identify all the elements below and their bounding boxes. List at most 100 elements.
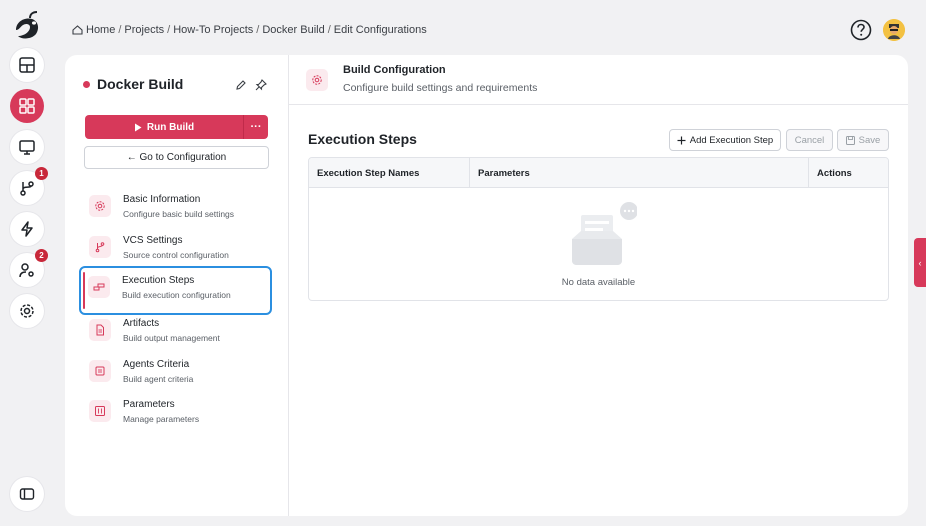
breadcrumb-separator: / <box>327 24 331 36</box>
save-button[interactable]: Save <box>837 129 889 151</box>
gear-icon <box>20 304 34 318</box>
breadcrumb-how-to-projects[interactable]: How-To Projects <box>173 24 253 36</box>
side-panel-toggle[interactable]: ‹ <box>914 238 926 287</box>
main-card: Docker Build Run Build ··· ← Go to Confi… <box>65 55 908 516</box>
gear-icon <box>306 69 328 91</box>
breadcrumb-docker-build[interactable]: Docker Build <box>262 24 324 36</box>
nav-subtitle: Build output management <box>123 333 220 343</box>
sidebar-toggle-icon <box>19 488 35 500</box>
nav-title: Artifacts <box>123 318 160 329</box>
table-header: Execution Step Names Parameters Actions <box>309 158 888 188</box>
nav-title: Agents Criteria <box>123 359 190 370</box>
column-header: Execution Step Names <box>317 167 420 179</box>
nav-text: Basic Information Configure basic build … <box>123 193 234 220</box>
breadcrumb-home[interactable]: Home <box>86 24 115 36</box>
rail-monitor-button[interactable] <box>10 130 44 164</box>
nav-subtitle: Build agent criteria <box>123 374 194 384</box>
left-rail: 1 2 <box>0 0 52 526</box>
run-build-button-group: Run Build ··· <box>85 115 268 139</box>
run-build-label: Run Build <box>146 121 195 133</box>
nav-title: Parameters <box>123 399 175 410</box>
notification-badge: 1 <box>35 167 48 180</box>
cancel-label: Cancel <box>794 134 825 146</box>
nav-subtitle: Source control configuration <box>123 250 229 260</box>
file-icon <box>89 319 111 341</box>
monitor-icon <box>19 140 35 155</box>
edit-button[interactable] <box>235 78 247 90</box>
nav-subtitle: Manage parameters <box>123 414 200 424</box>
nav-item-parameters[interactable]: Parameters Manage parameters <box>89 398 269 434</box>
go-to-configuration-label: ← Go to Configuration <box>126 152 227 163</box>
empty-state: No data available <box>309 188 888 300</box>
gear-icon <box>89 195 111 217</box>
breadcrumb-separator: / <box>167 24 171 36</box>
content-header: Build Configuration Configure build sett… <box>289 55 908 105</box>
nav-text: Agents Criteria Build agent criteria <box>123 358 193 385</box>
nav-text: Artifacts Build output management <box>123 317 220 344</box>
pin-icon <box>255 79 267 91</box>
execution-steps-table: Execution Step Names Parameters Actions <box>308 157 889 301</box>
nav-title: Execution Steps <box>122 275 195 286</box>
status-dot <box>83 80 90 88</box>
breadcrumb: Home / Projects / How-To Projects / Dock… <box>72 24 427 36</box>
empty-state-text: No data available <box>561 277 636 288</box>
dashboard-icon <box>19 57 35 73</box>
breadcrumb-separator: / <box>118 24 122 36</box>
rail-git-button[interactable]: 1 <box>10 167 48 205</box>
nav-subtitle: Configure basic build settings <box>123 209 235 219</box>
git-branch-icon <box>20 181 34 196</box>
home-icon <box>72 25 83 35</box>
steps-icon <box>88 276 110 298</box>
parameters-icon <box>89 400 111 422</box>
nav-item-artifacts[interactable]: Artifacts Build output management <box>89 317 269 353</box>
nav-item-execution-steps[interactable]: Execution Steps Build execution configur… <box>79 266 272 315</box>
add-execution-step-button[interactable]: Add Execution Step <box>669 129 781 151</box>
run-more-button[interactable]: ··· <box>244 115 268 139</box>
rail-dashboard-button[interactable] <box>10 48 44 82</box>
pin-button[interactable] <box>255 78 267 91</box>
lightning-icon <box>21 221 33 237</box>
empty-inbox-icon <box>567 201 638 276</box>
sidebar-toggle-button[interactable] <box>10 477 44 511</box>
user-settings-icon <box>19 263 34 278</box>
play-icon <box>134 123 142 131</box>
breadcrumb-projects[interactable]: Projects <box>124 24 164 36</box>
breadcrumb-current: Edit Configurations <box>333 24 427 36</box>
page-title: Build Configuration <box>343 64 446 76</box>
app-logo[interactable] <box>10 8 42 44</box>
nav-text: Execution Steps Build execution configur… <box>122 274 231 301</box>
go-to-configuration-button[interactable]: ← Go to Configuration <box>84 146 269 169</box>
user-avatar-icon <box>883 19 905 41</box>
help-button[interactable] <box>850 19 872 41</box>
section-title: Execution Steps <box>308 131 417 147</box>
config-content: Build Configuration Configure build sett… <box>289 55 908 516</box>
config-sidebar: Docker Build Run Build ··· ← Go to Confi… <box>65 55 289 516</box>
agent-icon <box>89 360 111 382</box>
column-header: Actions <box>808 158 852 188</box>
save-icon <box>845 135 855 145</box>
nav-item-agents-criteria[interactable]: Agents Criteria Build agent criteria <box>89 358 269 394</box>
nav-item-basic-information[interactable]: Basic Information Configure basic build … <box>89 193 269 229</box>
nav-title: Basic Information <box>123 194 201 205</box>
git-branch-icon <box>89 236 111 258</box>
run-build-button[interactable]: Run Build <box>85 115 244 139</box>
rail-settings-button[interactable] <box>10 294 44 328</box>
help-icon <box>850 19 872 41</box>
pencil-icon <box>236 80 246 90</box>
rail-user-settings-button[interactable]: 2 <box>10 249 48 287</box>
apps-grid-icon <box>19 98 35 114</box>
nav-title: VCS Settings <box>123 235 183 246</box>
build-name: Docker Build <box>97 76 184 92</box>
nav-item-vcs-settings[interactable]: VCS Settings Source control configuratio… <box>89 234 269 270</box>
column-header: Parameters <box>469 158 530 188</box>
nav-text: Parameters Manage parameters <box>123 398 199 425</box>
cancel-button[interactable]: Cancel <box>786 129 833 151</box>
rail-lightning-button[interactable] <box>10 212 44 246</box>
plus-icon <box>677 136 686 144</box>
build-title: Docker Build <box>83 76 183 92</box>
avatar[interactable] <box>883 19 905 41</box>
add-execution-step-label: Add Execution Step <box>689 134 774 146</box>
breadcrumb-separator: / <box>256 24 260 36</box>
notification-badge: 2 <box>35 249 48 262</box>
rail-apps-button[interactable] <box>10 89 44 123</box>
